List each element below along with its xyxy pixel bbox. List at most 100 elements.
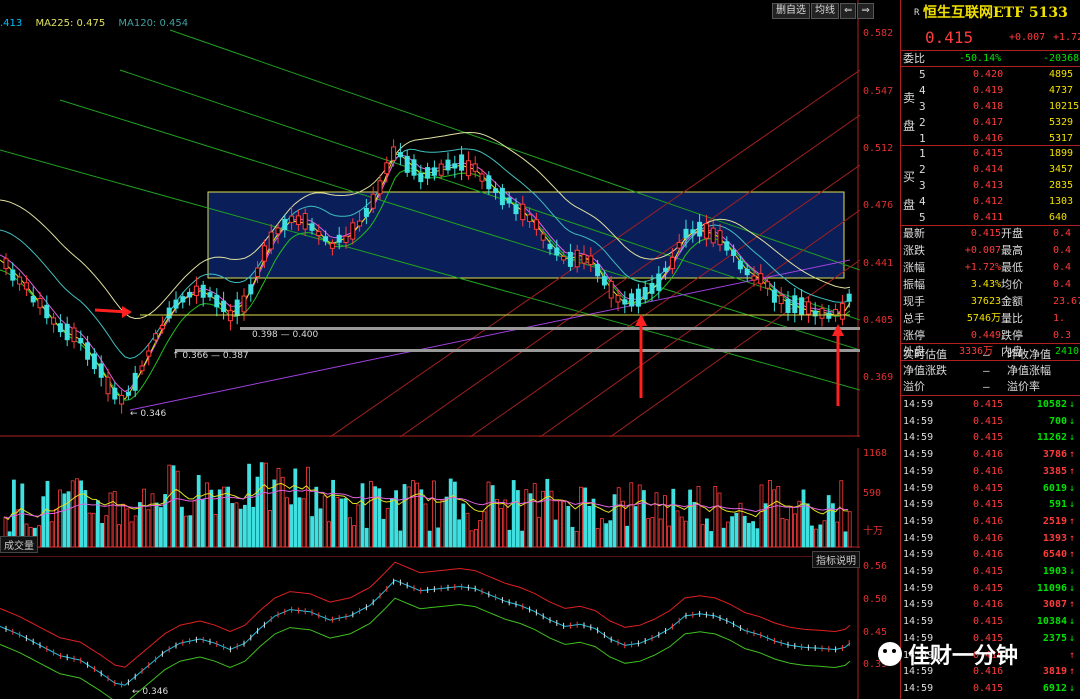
volume-bar bbox=[646, 518, 650, 548]
volume-bar bbox=[452, 481, 457, 548]
volume-bar bbox=[188, 515, 193, 548]
volume-bar bbox=[75, 478, 79, 548]
bid-row[interactable]: 1 0.415 1899 bbox=[901, 145, 1080, 162]
volume-bar bbox=[494, 499, 499, 548]
security-title: R 恒生互联网ETF 5133 bbox=[914, 5, 1068, 21]
indicator-axis-label: 0.56 bbox=[863, 561, 888, 572]
ma-button[interactable]: 均线 bbox=[811, 3, 839, 19]
candle bbox=[282, 218, 288, 231]
volume-bar bbox=[121, 503, 125, 548]
indicator-help-button[interactable]: 指标说明 bbox=[812, 551, 860, 568]
buy-label: 买盘 bbox=[903, 170, 916, 212]
volume-bar bbox=[793, 513, 797, 548]
candle bbox=[785, 298, 791, 313]
candle bbox=[57, 323, 63, 333]
volume-bar bbox=[486, 481, 491, 548]
volume-bar bbox=[289, 504, 294, 548]
candle bbox=[227, 310, 233, 322]
volume-bar bbox=[637, 484, 642, 548]
volume-bar bbox=[675, 510, 680, 548]
volume-label: 成交量 bbox=[0, 536, 38, 553]
candle bbox=[37, 298, 43, 309]
candle bbox=[588, 255, 594, 265]
volume-bar bbox=[58, 489, 62, 548]
candle bbox=[343, 235, 349, 243]
volume-bar bbox=[692, 502, 697, 548]
volume-bar bbox=[747, 522, 751, 548]
volume-bar bbox=[137, 502, 142, 548]
candle bbox=[91, 353, 97, 370]
bid-row[interactable]: 3 0.413 2835 bbox=[901, 177, 1080, 194]
stat-row: 涨停 0.449 跌停 0.3 bbox=[903, 329, 1072, 342]
candle bbox=[119, 394, 125, 405]
candle bbox=[411, 159, 417, 176]
candle bbox=[248, 284, 254, 295]
arrow-down-icon: ↓ bbox=[1069, 582, 1076, 594]
bid-row[interactable]: 4 0.412 1303 bbox=[901, 193, 1080, 210]
next-icon[interactable]: ⇒ bbox=[857, 3, 874, 19]
volume-bar bbox=[251, 506, 256, 548]
bid-row[interactable]: 2 0.414 3457 bbox=[901, 161, 1080, 178]
volume-bar bbox=[406, 486, 411, 548]
volume-bar bbox=[755, 528, 760, 548]
candle bbox=[846, 293, 852, 302]
arrow-down-icon: ↓ bbox=[1069, 682, 1076, 694]
candle bbox=[370, 193, 376, 209]
volume-bar bbox=[431, 480, 436, 548]
volume-bar bbox=[339, 498, 344, 548]
price-chart[interactable] bbox=[0, 0, 860, 437]
candle bbox=[187, 291, 193, 298]
indicator-axis-label: 0.45 bbox=[863, 627, 888, 638]
prev-icon[interactable]: ⇐ bbox=[840, 3, 857, 19]
range-annotation: 0.398 — 0.400 bbox=[252, 330, 319, 340]
volume-bar bbox=[612, 494, 617, 548]
volume-bar bbox=[66, 491, 71, 548]
candle bbox=[23, 282, 29, 290]
candle bbox=[690, 229, 696, 234]
candle bbox=[608, 280, 614, 299]
candle bbox=[425, 167, 431, 179]
stat-row: 振幅 3.43% 均价 0.4 bbox=[903, 278, 1072, 291]
ask-row[interactable]: 4 0.419 4737 bbox=[901, 82, 1080, 99]
tick-row: 14:59 0.415 591 ↓ bbox=[901, 496, 1080, 513]
candle bbox=[554, 247, 560, 256]
candle bbox=[3, 258, 9, 270]
tick-row: 14:59 0.416 3786 ↑ bbox=[901, 446, 1080, 463]
arrow-down-icon: ↓ bbox=[1069, 399, 1076, 410]
quote-panel: R 恒生互联网ETF 5133 0.415 +0.007 +1.72 委比 -5… bbox=[900, 0, 1080, 699]
volume-bar bbox=[768, 480, 772, 548]
volume-bar bbox=[553, 519, 558, 548]
volume-bar bbox=[322, 495, 327, 548]
volume-bar bbox=[146, 509, 151, 548]
candle bbox=[669, 256, 675, 270]
indicator-chart[interactable] bbox=[0, 556, 860, 699]
remove-watchlist-button[interactable]: 删自选 bbox=[772, 3, 810, 19]
volume-bar bbox=[448, 478, 453, 548]
candle bbox=[465, 160, 471, 177]
arrow-down-icon: ↓ bbox=[1069, 499, 1076, 511]
bid-row[interactable]: 5 0.411 640 bbox=[901, 209, 1080, 226]
volume-bar bbox=[389, 498, 394, 548]
volume-bar bbox=[318, 508, 323, 548]
candle bbox=[744, 268, 750, 276]
candle bbox=[717, 230, 723, 246]
candle bbox=[166, 307, 172, 319]
volume-bar bbox=[184, 515, 189, 548]
candle bbox=[71, 327, 77, 343]
volume-bar bbox=[558, 499, 562, 548]
volume-bar bbox=[465, 512, 470, 548]
arrow-up-icon: ↑ bbox=[1069, 465, 1076, 477]
arrow-up-icon: ↑ bbox=[1069, 449, 1076, 461]
volume-bar bbox=[259, 462, 264, 548]
volume-chart[interactable] bbox=[0, 448, 860, 548]
tick-row: 14:59 0.415 1903 ↓ bbox=[901, 563, 1080, 580]
volume-bar bbox=[461, 503, 466, 548]
candle bbox=[295, 215, 301, 225]
chart-toolbar: 删自选 均线 ⇐ ⇒ bbox=[772, 3, 874, 19]
ask-row[interactable]: 2 0.417 5329 bbox=[901, 114, 1080, 131]
candle bbox=[234, 299, 240, 316]
candle bbox=[10, 269, 16, 281]
ask-row[interactable]: 5 0.420 4895 bbox=[901, 66, 1080, 83]
ask-row[interactable]: 3 0.418 10215 bbox=[901, 98, 1080, 115]
nav-row: 净值涨跌 — 净值涨幅 bbox=[903, 364, 1051, 377]
